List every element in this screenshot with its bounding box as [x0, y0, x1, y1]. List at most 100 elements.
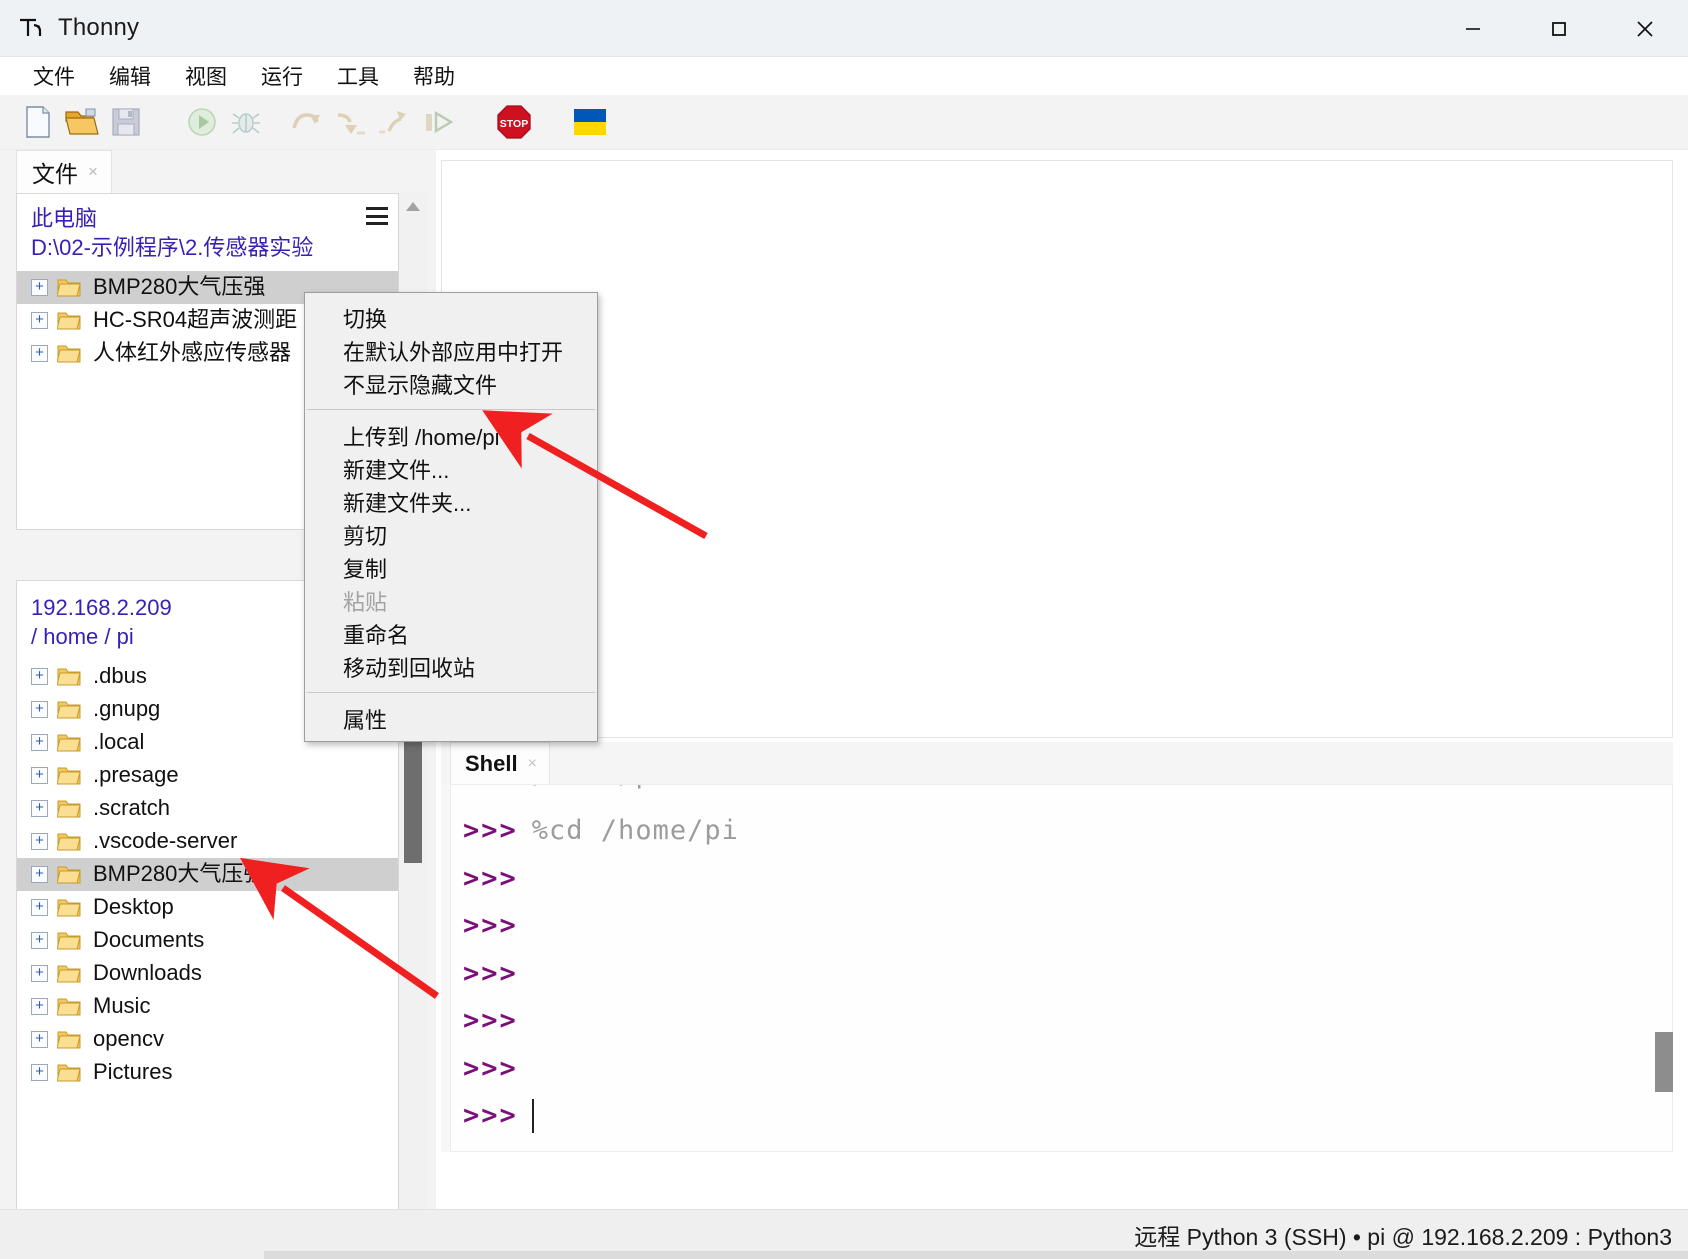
file-context-menu[interactable]: 切换 在默认外部应用中打开 不显示隐藏文件 上传到 /home/pi 新建文件... 新建… — [304, 292, 598, 742]
hamburger-icon[interactable] — [366, 207, 388, 225]
ctx-hide-hidden[interactable]: 不显示隐藏文件 — [305, 367, 597, 400]
ctx-properties[interactable]: 属性 — [305, 702, 597, 735]
list-item[interactable]: + .vscode-server — [17, 825, 398, 858]
expand-plus-icon[interactable]: + — [31, 997, 48, 1015]
scroll-up-arrow-icon[interactable] — [399, 193, 427, 219]
open-file-icon[interactable] — [60, 100, 104, 144]
folder-icon — [56, 699, 83, 720]
ctx-copy[interactable]: 复制 — [305, 551, 597, 584]
menu-run[interactable]: 运行 — [244, 59, 320, 93]
expand-plus-icon[interactable]: + — [31, 733, 48, 751]
shell-panel: Shell × %cd /home/pi >>>%cd /home/pi>>>>… — [441, 742, 1673, 1152]
shell-output[interactable]: %cd /home/pi >>>%cd /home/pi>>>>>>>>>>>>… — [450, 784, 1673, 1152]
tab-shell-close-icon[interactable]: × — [528, 755, 537, 773]
shell-prompt: >>> — [463, 957, 518, 989]
folder-icon — [56, 798, 83, 819]
expand-plus-icon[interactable]: + — [31, 832, 48, 850]
step-over-icon[interactable] — [284, 100, 328, 144]
shell-lines: >>> %cd /home/pi >>> >>> >>> >>> >>> >>> — [451, 807, 1672, 1140]
expand-plus-icon[interactable]: + — [31, 898, 48, 916]
folder-icon — [56, 732, 83, 753]
expand-plus-icon[interactable]: + — [31, 766, 48, 784]
folder-icon — [56, 666, 83, 687]
folder-icon — [56, 343, 83, 364]
menu-edit[interactable]: 编辑 — [92, 59, 168, 93]
shell-prompt: >>> — [463, 1100, 518, 1132]
ctx-rename[interactable]: 重命名 — [305, 617, 597, 650]
list-item-label: .presage — [93, 762, 179, 788]
run-icon[interactable] — [180, 100, 224, 144]
expand-plus-icon[interactable]: + — [31, 964, 48, 982]
minimize-button[interactable] — [1430, 0, 1516, 57]
folder-icon — [56, 277, 83, 298]
expand-plus-icon[interactable]: + — [31, 931, 48, 949]
list-item-label: .scratch — [93, 795, 171, 821]
expand-plus-icon[interactable]: + — [31, 1063, 48, 1081]
text-caret — [531, 1098, 534, 1133]
expand-plus-icon[interactable]: + — [31, 344, 48, 362]
tab-shell[interactable]: Shell × — [450, 742, 550, 784]
folder-icon — [56, 310, 83, 331]
shell-prompt: >>> — [463, 1052, 518, 1084]
local-root-label[interactable]: 此电脑 — [31, 204, 398, 233]
list-item[interactable]: + Music — [17, 990, 398, 1023]
expand-plus-icon[interactable]: + — [31, 667, 48, 685]
ctx-new-folder[interactable]: 新建文件夹... — [305, 485, 597, 518]
save-file-icon[interactable] — [104, 100, 148, 144]
shell-scrollbar-thumb[interactable] — [1655, 1032, 1673, 1092]
expand-plus-icon[interactable]: + — [31, 278, 48, 296]
ctx-toggle[interactable]: 切换 — [305, 301, 597, 334]
menu-help[interactable]: 帮助 — [396, 59, 472, 93]
tab-files[interactable]: 文件 × — [16, 150, 112, 193]
list-item[interactable]: + BMP280大气压强 — [17, 857, 398, 891]
menu-file[interactable]: 文件 — [16, 59, 92, 93]
folder-icon — [56, 963, 83, 984]
folder-icon — [56, 897, 83, 918]
tab-files-close-icon[interactable]: × — [88, 162, 98, 182]
shell-tab-row: Shell × — [441, 742, 1673, 784]
ctx-trash[interactable]: 移动到回收站 — [305, 650, 597, 683]
scrollbar-thumb[interactable] — [404, 740, 422, 863]
expand-plus-icon[interactable]: + — [31, 799, 48, 817]
menu-tools[interactable]: 工具 — [320, 59, 396, 93]
maximize-button[interactable] — [1516, 0, 1602, 57]
expand-plus-icon[interactable]: + — [31, 865, 48, 883]
menu-view[interactable]: 视图 — [168, 59, 244, 93]
ctx-upload[interactable]: 上传到 /home/pi — [305, 419, 597, 452]
expand-plus-icon[interactable]: + — [31, 1030, 48, 1048]
list-item[interactable]: + .presage — [17, 759, 398, 792]
shell-line: >>> — [451, 1045, 1672, 1093]
expand-plus-icon[interactable]: + — [31, 700, 48, 718]
files-tab-row: 文件 × — [0, 150, 436, 193]
shell-prompt: >>> — [463, 815, 518, 847]
horizontal-scrollbar[interactable] — [264, 1251, 1688, 1259]
list-item[interactable]: + Downloads — [17, 957, 398, 990]
shell-line: >>> — [451, 950, 1672, 998]
close-button[interactable] — [1602, 0, 1688, 57]
new-file-icon[interactable] — [16, 100, 60, 144]
list-item[interactable]: + Desktop — [17, 891, 398, 924]
folder-icon — [56, 765, 83, 786]
ctx-new-file[interactable]: 新建文件... — [305, 452, 597, 485]
resume-icon[interactable] — [416, 100, 460, 144]
stop-icon[interactable]: STOP — [492, 100, 536, 144]
step-out-icon[interactable] — [372, 100, 416, 144]
list-item[interactable]: + .scratch — [17, 792, 398, 825]
menu-bar: 文件 编辑 视图 运行 工具 帮助 — [0, 57, 1688, 95]
expand-plus-icon[interactable]: + — [31, 311, 48, 329]
ukraine-flag-icon[interactable] — [568, 100, 612, 144]
list-item[interactable]: + Documents — [17, 924, 398, 957]
list-item[interactable]: + opencv — [17, 1023, 398, 1056]
folder-icon — [56, 831, 83, 852]
title-bar-left: Thonny — [0, 13, 139, 43]
debug-icon[interactable] — [224, 100, 268, 144]
ctx-open-external[interactable]: 在默认外部应用中打开 — [305, 334, 597, 367]
list-item[interactable]: + Pictures — [17, 1056, 398, 1089]
editor-area[interactable] — [441, 160, 1673, 738]
ctx-cut[interactable]: 剪切 — [305, 518, 597, 551]
step-into-icon[interactable] — [328, 100, 372, 144]
ctx-paste: 粘贴 — [343, 589, 388, 615]
folder-icon — [56, 996, 83, 1017]
list-item-label: .gnupg — [93, 696, 161, 722]
local-path[interactable]: D:\02-示例程序\2.传感器实验 — [31, 233, 398, 262]
